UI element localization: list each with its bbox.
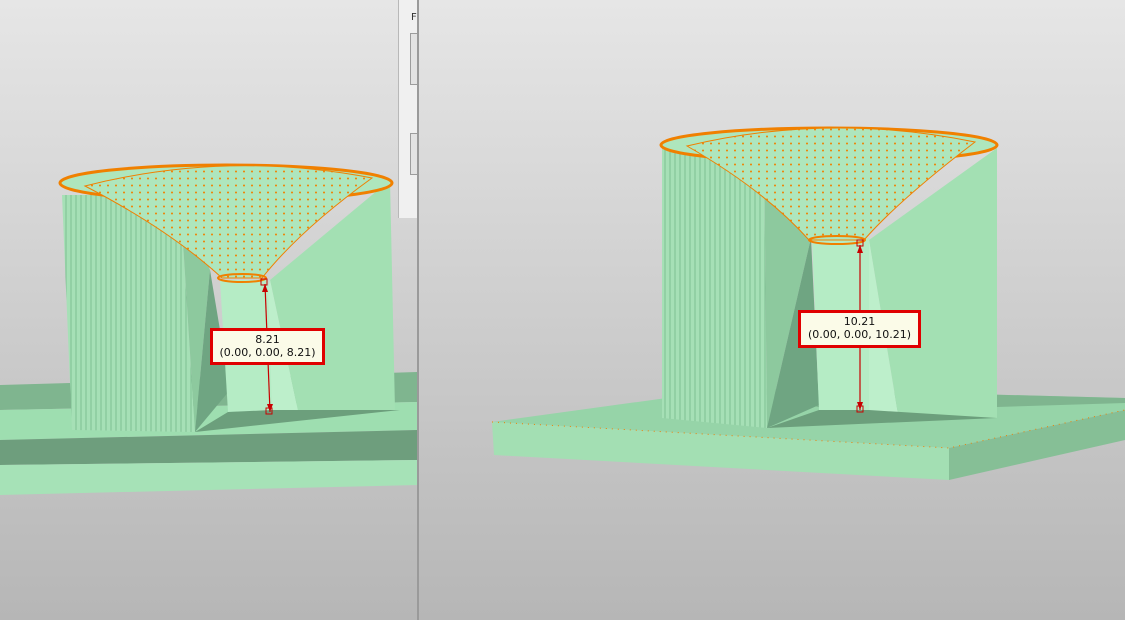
viewport-right-canvas[interactable] — [419, 0, 1125, 620]
dock-tab[interactable] — [410, 33, 417, 85]
measurement-vector: (0.00, 0.00, 10.21) — [807, 328, 912, 341]
measurement-distance: 10.21 — [843, 315, 876, 328]
measurement-distance: 8.21 — [255, 333, 280, 346]
dock-tab[interactable] — [410, 133, 417, 175]
measurement-label: 10.21 (0.00, 0.00, 10.21) — [798, 310, 921, 348]
viewport-left-canvas[interactable] — [0, 0, 417, 620]
viewport-right[interactable]: 10.21 (0.00, 0.00, 10.21) — [419, 0, 1125, 620]
measurement-vector: (0.00, 0.00, 8.21) — [219, 346, 316, 359]
dock-tab-glyph: F — [411, 12, 417, 23]
side-dock-panel[interactable]: F — [398, 0, 417, 218]
measurement-label: 8.21 (0.00, 0.00, 8.21) — [210, 328, 325, 365]
viewport-left[interactable]: F 8.21 (0.00, 0.00, 8.21) — [0, 0, 417, 620]
